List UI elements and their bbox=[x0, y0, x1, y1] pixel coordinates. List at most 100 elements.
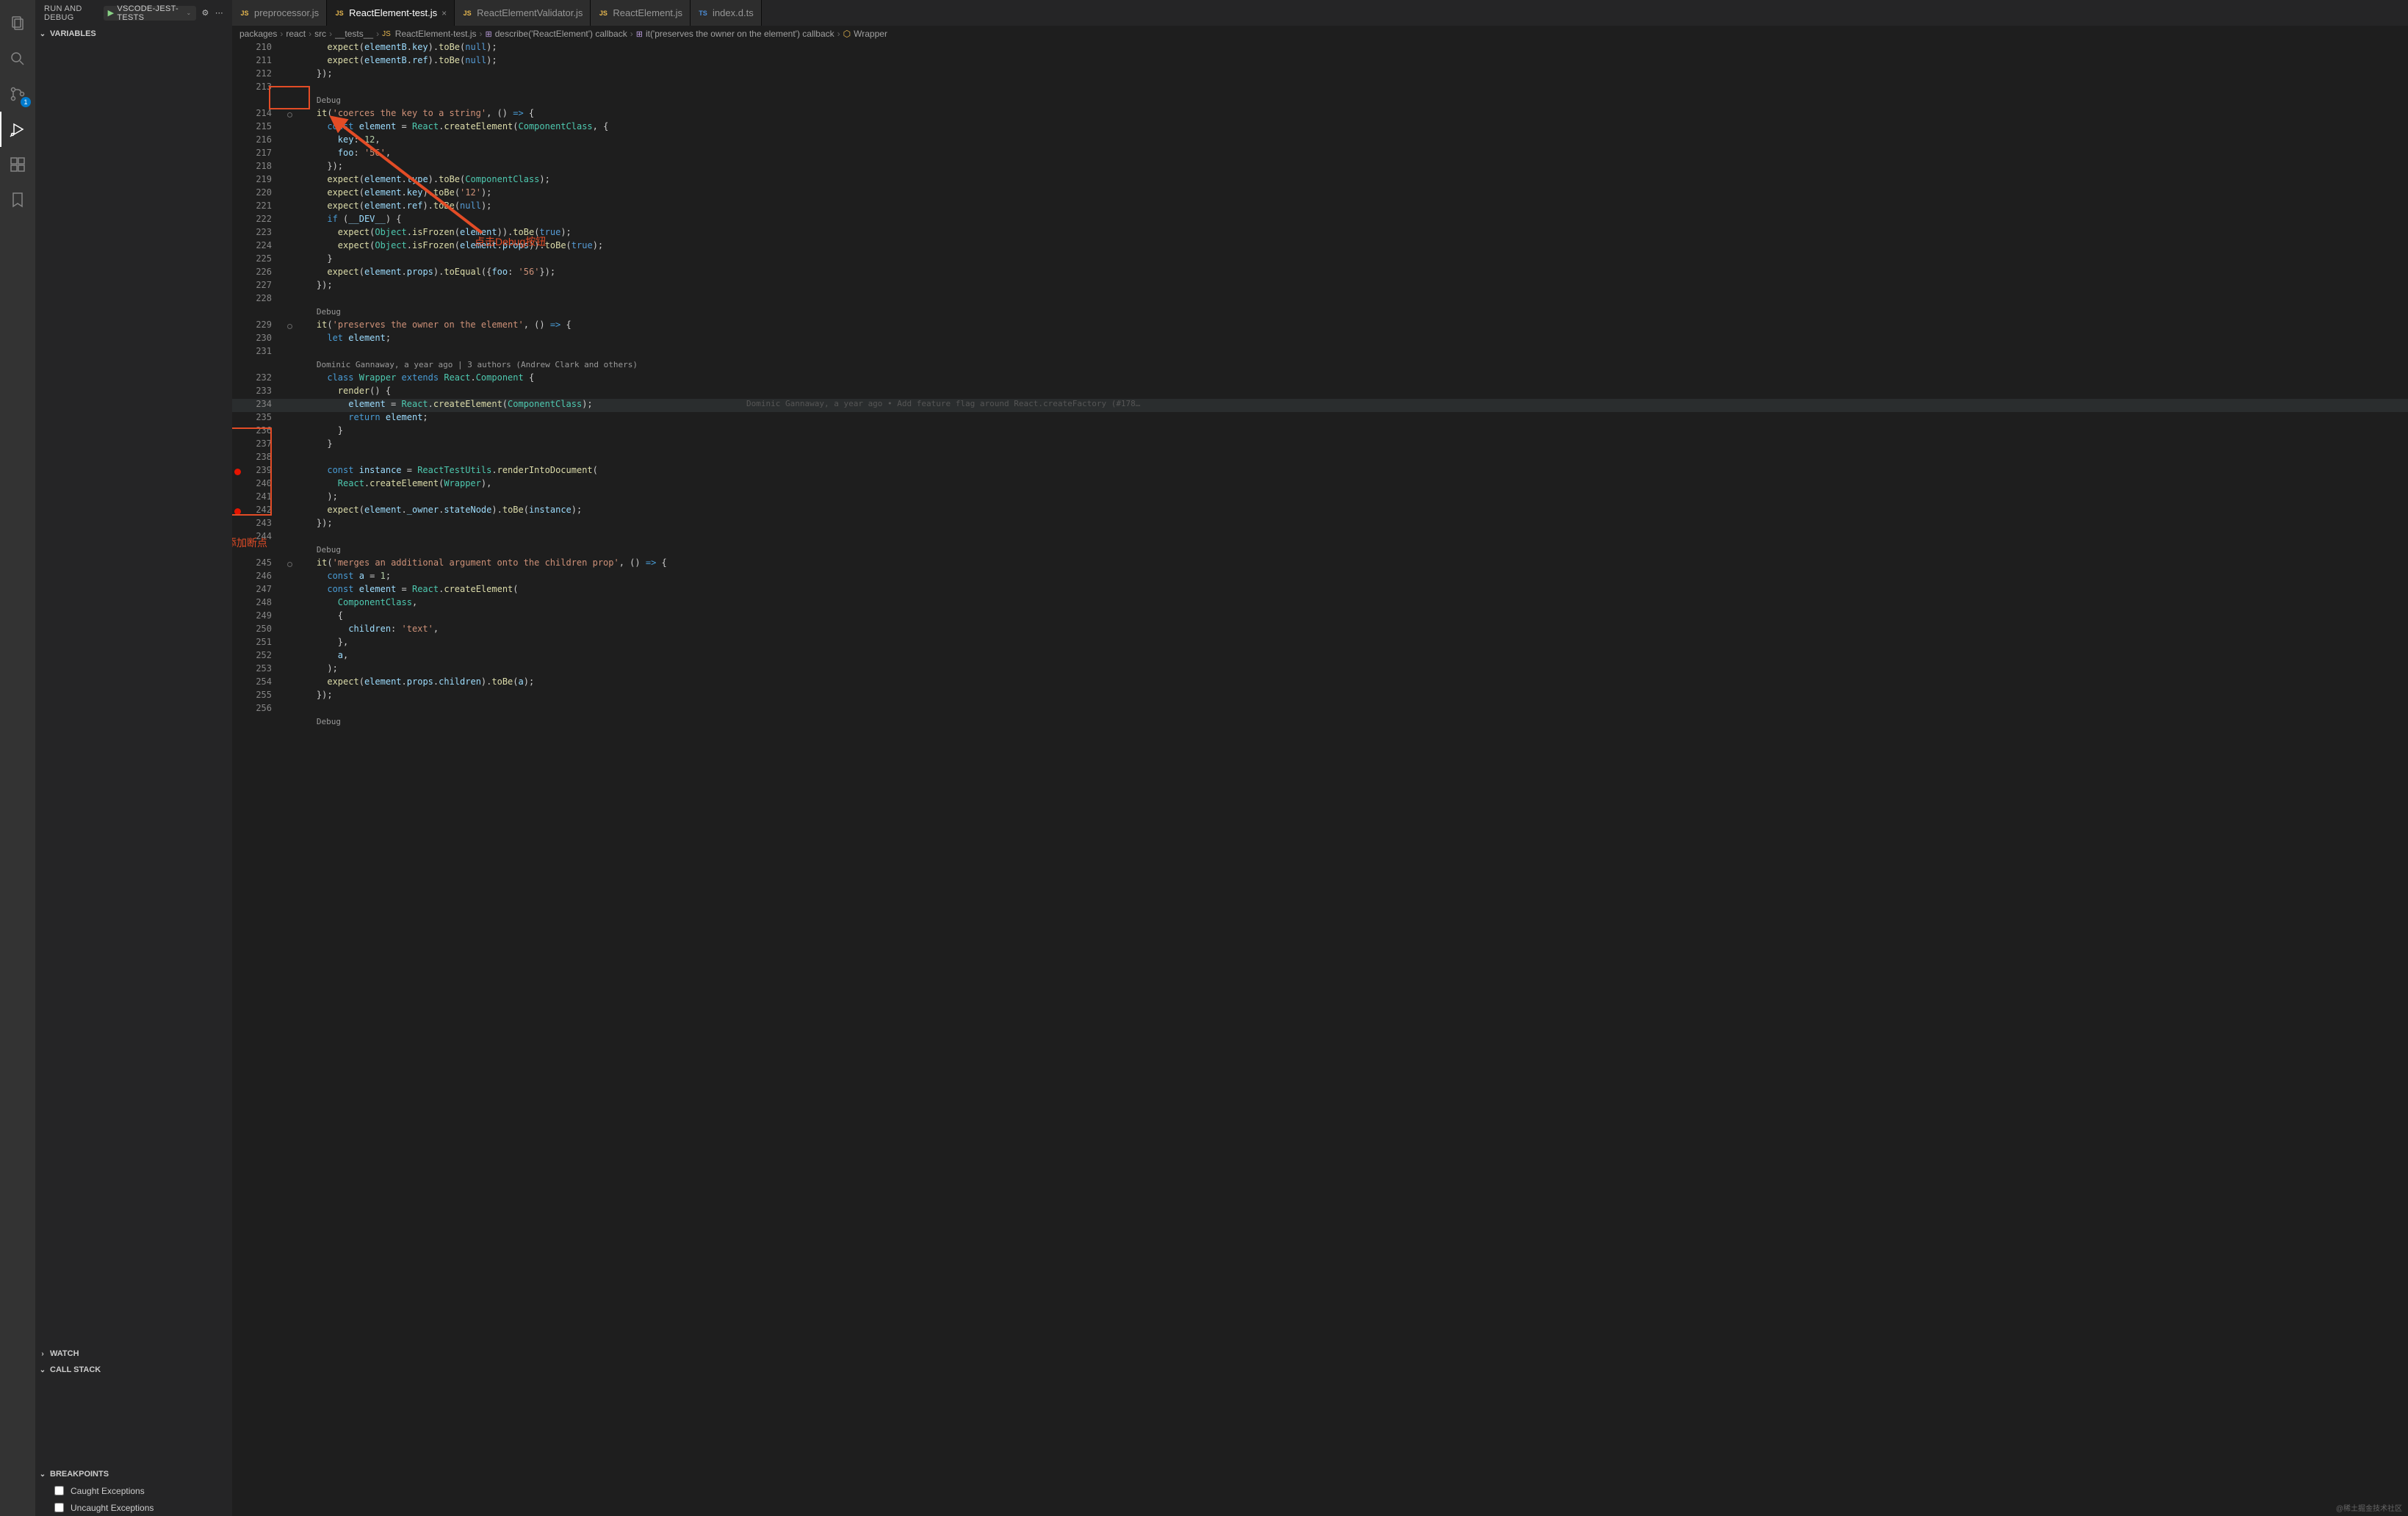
fold-gutter[interactable] bbox=[284, 55, 295, 68]
explorer-icon[interactable] bbox=[0, 6, 35, 41]
code-content[interactable]: const element = React.createElement(Comp… bbox=[295, 121, 2408, 134]
checkbox[interactable] bbox=[54, 1503, 64, 1512]
fold-icon[interactable] bbox=[287, 562, 292, 567]
fold-gutter[interactable] bbox=[284, 624, 295, 637]
breakpoint-gutter[interactable] bbox=[232, 452, 242, 465]
fold-gutter[interactable] bbox=[284, 703, 295, 716]
breakpoint-gutter[interactable] bbox=[232, 108, 242, 121]
code-line[interactable]: 254 expect(element.props.children).toBe(… bbox=[232, 676, 2408, 690]
code-content[interactable]: it('preserves the owner on the element',… bbox=[295, 320, 2408, 333]
breakpoint-gutter[interactable] bbox=[232, 174, 242, 187]
breakpoint-gutter[interactable] bbox=[232, 716, 242, 729]
fold-gutter[interactable] bbox=[284, 637, 295, 650]
fold-gutter[interactable] bbox=[284, 438, 295, 452]
code-content[interactable]: expect(Object.isFrozen(element.props)).t… bbox=[295, 240, 2408, 253]
fold-gutter[interactable] bbox=[284, 174, 295, 187]
uncaught-exceptions-checkbox[interactable]: Uncaught Exceptions bbox=[35, 1499, 232, 1516]
code-line[interactable]: 223 expect(Object.isFrozen(element)).toB… bbox=[232, 227, 2408, 240]
fold-gutter[interactable] bbox=[284, 346, 295, 359]
code-line[interactable]: 236 } bbox=[232, 425, 2408, 438]
code-editor[interactable]: 210 expect(elementB.key).toBe(null);211 … bbox=[232, 42, 2408, 1516]
breakpoint-gutter[interactable] bbox=[232, 597, 242, 610]
code-content[interactable]: it('merges an additional argument onto t… bbox=[295, 557, 2408, 571]
breakpoint-gutter[interactable] bbox=[232, 214, 242, 227]
fold-gutter[interactable] bbox=[284, 42, 295, 55]
code-content[interactable]: expect(element._owner.stateNode).toBe(in… bbox=[295, 505, 2408, 518]
fold-gutter[interactable] bbox=[284, 214, 295, 227]
code-line[interactable]: 249 { bbox=[232, 610, 2408, 624]
code-line[interactable]: 214 it('coerces the key to a string', ()… bbox=[232, 108, 2408, 121]
code-content[interactable]: expect(elementB.ref).toBe(null); bbox=[295, 55, 2408, 68]
code-line[interactable]: 226 expect(element.props).toEqual({foo: … bbox=[232, 267, 2408, 280]
breakpoint-gutter[interactable] bbox=[232, 267, 242, 280]
code-content[interactable]: } bbox=[295, 438, 2408, 452]
code-content[interactable] bbox=[295, 346, 2408, 359]
breakpoint-gutter[interactable] bbox=[232, 412, 242, 425]
code-line[interactable]: 222 if (__DEV__) { bbox=[232, 214, 2408, 227]
breakpoint-gutter[interactable] bbox=[232, 518, 242, 531]
editor-tab[interactable]: JSReactElementValidator.js bbox=[455, 0, 591, 26]
breakpoint-gutter[interactable] bbox=[232, 650, 242, 663]
breakpoint-gutter[interactable] bbox=[232, 624, 242, 637]
code-content[interactable]: expect(elementB.key).toBe(null); bbox=[295, 42, 2408, 55]
fold-gutter[interactable] bbox=[284, 518, 295, 531]
code-content[interactable]: render() { bbox=[295, 386, 2408, 399]
breadcrumb-file[interactable]: ReactElement-test.js bbox=[395, 29, 477, 39]
code-line[interactable]: 233 render() { bbox=[232, 386, 2408, 399]
breakpoint-gutter[interactable] bbox=[232, 557, 242, 571]
code-line[interactable]: 230 let element; bbox=[232, 333, 2408, 346]
code-content[interactable]: } bbox=[295, 253, 2408, 267]
fold-gutter[interactable] bbox=[284, 690, 295, 703]
fold-gutter[interactable] bbox=[284, 359, 295, 372]
breakpoint-gutter[interactable] bbox=[232, 161, 242, 174]
breakpoint-gutter[interactable] bbox=[232, 240, 242, 253]
fold-gutter[interactable] bbox=[284, 187, 295, 201]
code-line[interactable]: Dominic Gannaway, a year ago | 3 authors… bbox=[232, 359, 2408, 372]
fold-gutter[interactable] bbox=[284, 121, 295, 134]
fold-gutter[interactable] bbox=[284, 95, 295, 108]
code-content[interactable]: expect(element.type).toBe(ComponentClass… bbox=[295, 174, 2408, 187]
breakpoint-gutter[interactable] bbox=[232, 637, 242, 650]
code-line[interactable]: 245 it('merges an additional argument on… bbox=[232, 557, 2408, 571]
fold-gutter[interactable] bbox=[284, 240, 295, 253]
code-content[interactable]: }); bbox=[295, 690, 2408, 703]
fold-gutter[interactable] bbox=[284, 227, 295, 240]
code-content[interactable]: key: 12, bbox=[295, 134, 2408, 148]
code-content[interactable]: ); bbox=[295, 491, 2408, 505]
breakpoint-gutter[interactable] bbox=[232, 187, 242, 201]
fold-gutter[interactable] bbox=[284, 650, 295, 663]
fold-gutter[interactable] bbox=[284, 68, 295, 82]
bookmark-icon[interactable] bbox=[0, 182, 35, 217]
code-line[interactable]: 244 bbox=[232, 531, 2408, 544]
code-content[interactable] bbox=[295, 82, 2408, 95]
breakpoint-gutter[interactable] bbox=[232, 491, 242, 505]
more-icon[interactable]: ⋯ bbox=[215, 8, 223, 18]
breakpoint-gutter[interactable] bbox=[232, 663, 242, 676]
code-content[interactable]: const element = React.createElement( bbox=[295, 584, 2408, 597]
code-line[interactable]: 229 it('preserves the owner on the eleme… bbox=[232, 320, 2408, 333]
code-content[interactable]: expect(element.props).toEqual({foo: '56'… bbox=[295, 267, 2408, 280]
breadcrumb-segment[interactable]: packages bbox=[239, 29, 277, 39]
editor-tab[interactable]: JSReactElement.js bbox=[591, 0, 691, 26]
breakpoint-gutter[interactable] bbox=[232, 359, 242, 372]
code-content[interactable]: expect(Object.isFrozen(element)).toBe(tr… bbox=[295, 227, 2408, 240]
fold-gutter[interactable] bbox=[284, 505, 295, 518]
code-line[interactable]: 225 } bbox=[232, 253, 2408, 267]
code-line[interactable]: 227 }); bbox=[232, 280, 2408, 293]
fold-gutter[interactable] bbox=[284, 610, 295, 624]
code-content[interactable]: } bbox=[295, 425, 2408, 438]
code-content[interactable]: }); bbox=[295, 68, 2408, 82]
variables-section-header[interactable]: ⌄ VARIABLES bbox=[35, 26, 232, 42]
code-content[interactable]: ComponentClass, bbox=[295, 597, 2408, 610]
breakpoint-gutter[interactable] bbox=[232, 293, 242, 306]
code-line[interactable]: 242 expect(element._owner.stateNode).toB… bbox=[232, 505, 2408, 518]
code-content[interactable]: }); bbox=[295, 518, 2408, 531]
breakpoint-gutter[interactable] bbox=[232, 465, 242, 478]
code-line[interactable]: 221 expect(element.ref).toBe(null); bbox=[232, 201, 2408, 214]
fold-gutter[interactable] bbox=[284, 108, 295, 121]
gitlens-author[interactable]: Dominic Gannaway, a year ago | 3 authors… bbox=[317, 360, 638, 369]
code-line[interactable]: 240 React.createElement(Wrapper), bbox=[232, 478, 2408, 491]
fold-gutter[interactable] bbox=[284, 320, 295, 333]
caught-exceptions-checkbox[interactable]: Caught Exceptions bbox=[35, 1482, 232, 1499]
code-content[interactable]: Debug bbox=[295, 306, 2408, 320]
